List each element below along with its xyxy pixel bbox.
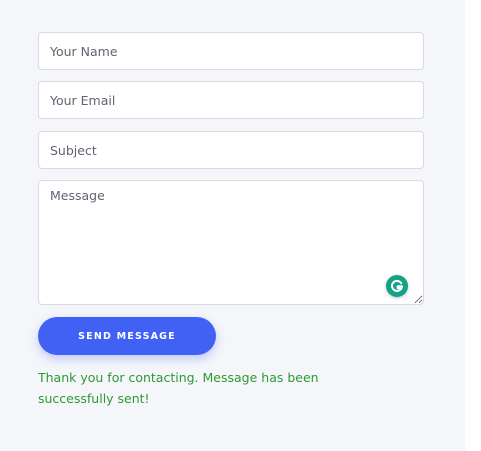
email-field[interactable]	[38, 81, 424, 119]
subject-field[interactable]	[38, 131, 424, 169]
send-message-button[interactable]: SEND MESSAGE	[38, 317, 216, 355]
contact-form-panel: SEND MESSAGE Thank you for contacting. M…	[0, 0, 465, 451]
message-field[interactable]	[38, 180, 424, 305]
grammarly-g-glyph	[391, 279, 403, 292]
name-field[interactable]	[38, 32, 424, 70]
success-message: Thank you for contacting. Message has be…	[38, 370, 319, 406]
grammarly-icon[interactable]	[386, 275, 408, 297]
